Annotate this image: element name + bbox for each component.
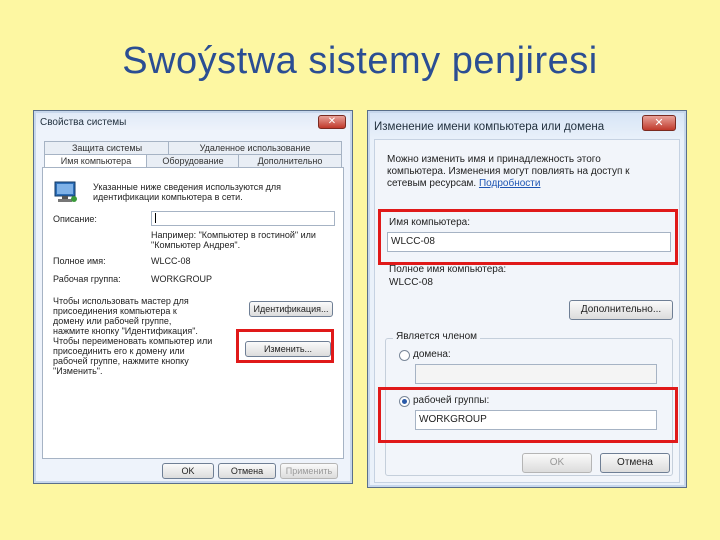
example-text: Например: "Компьютер в гостиной" или "Ко… (151, 230, 316, 250)
window-title: Свойства системы (40, 117, 127, 128)
intro-text: Можно изменить имя и принадлежность этог… (387, 154, 657, 190)
rename-computer-window: Изменение имени компьютера или домена ✕ … (367, 110, 687, 488)
tab-panel: Указанные ниже сведения используются для… (42, 167, 344, 459)
rename-text: Чтобы переименовать компьютер или присое… (53, 336, 213, 376)
wizard-text: Чтобы использовать мастер для присоедине… (53, 296, 198, 336)
member-of-label: Является членом (393, 331, 481, 343)
domain-input[interactable] (415, 364, 657, 384)
close-button[interactable]: ✕ (642, 115, 676, 131)
full-name-value: WLCC-08 (151, 256, 191, 266)
full-computer-name-value: WLCC-08 (389, 277, 433, 288)
window-title: Изменение имени компьютера или домена (374, 121, 605, 133)
network-id-button[interactable]: Идентификация... (249, 301, 333, 317)
ok-button[interactable]: OK (522, 453, 592, 473)
workgroup-label: Рабочая группа: (53, 274, 121, 284)
description-label: Описание: (53, 214, 97, 224)
apply-button[interactable]: Применить (280, 463, 338, 479)
tab-system-protection[interactable]: Защита системы (44, 141, 170, 155)
ok-button[interactable]: OK (162, 463, 214, 479)
system-properties-window: Свойства системы ✕ Защита системы Удален… (33, 110, 353, 484)
intro-text: Указанные ниже сведения используются для… (93, 182, 282, 202)
computer-name-highlight (378, 209, 678, 265)
text-cursor (155, 213, 156, 223)
domain-radio[interactable] (399, 350, 410, 361)
details-link[interactable]: Подробности (479, 178, 540, 189)
cancel-button[interactable]: Отмена (218, 463, 276, 479)
slide-title: Swoýstwa sistemy penjiresi (122, 40, 598, 82)
workgroup-highlight (378, 387, 678, 443)
more-button[interactable]: Дополнительно... (569, 300, 673, 320)
tab-hardware[interactable]: Оборудование (146, 154, 240, 168)
full-computer-name-label: Полное имя компьютера: (389, 264, 507, 275)
description-input[interactable] (151, 211, 335, 226)
full-name-label: Полное имя: (53, 256, 106, 266)
tab-remote[interactable]: Удаленное использование (168, 141, 342, 155)
domain-label: домена: (413, 349, 451, 360)
tab-advanced[interactable]: Дополнительно (238, 154, 342, 168)
close-button[interactable]: ✕ (318, 115, 346, 129)
cancel-button[interactable]: Отмена (600, 453, 670, 473)
computer-icon (54, 181, 77, 202)
workgroup-value: WORKGROUP (151, 274, 213, 284)
change-button-highlight (236, 329, 334, 363)
